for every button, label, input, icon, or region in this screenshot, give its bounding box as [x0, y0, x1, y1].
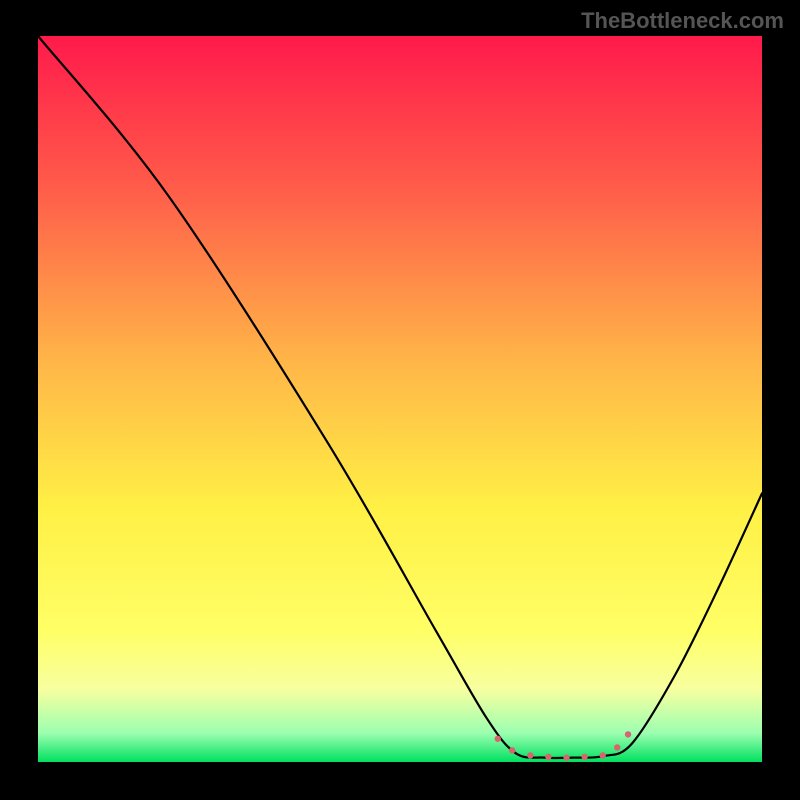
chart-container: TheBottleneck.com — [0, 0, 800, 800]
optimal-marker — [581, 754, 587, 760]
optimal-marker — [563, 754, 569, 760]
plot-background — [38, 36, 762, 762]
optimal-marker — [495, 736, 501, 742]
optimal-marker — [614, 744, 620, 750]
optimal-marker — [625, 731, 631, 737]
optimal-marker — [509, 747, 515, 753]
bottleneck-chart-svg — [0, 0, 800, 800]
optimal-marker — [527, 752, 533, 758]
optimal-marker — [600, 752, 606, 758]
optimal-marker — [545, 754, 551, 760]
